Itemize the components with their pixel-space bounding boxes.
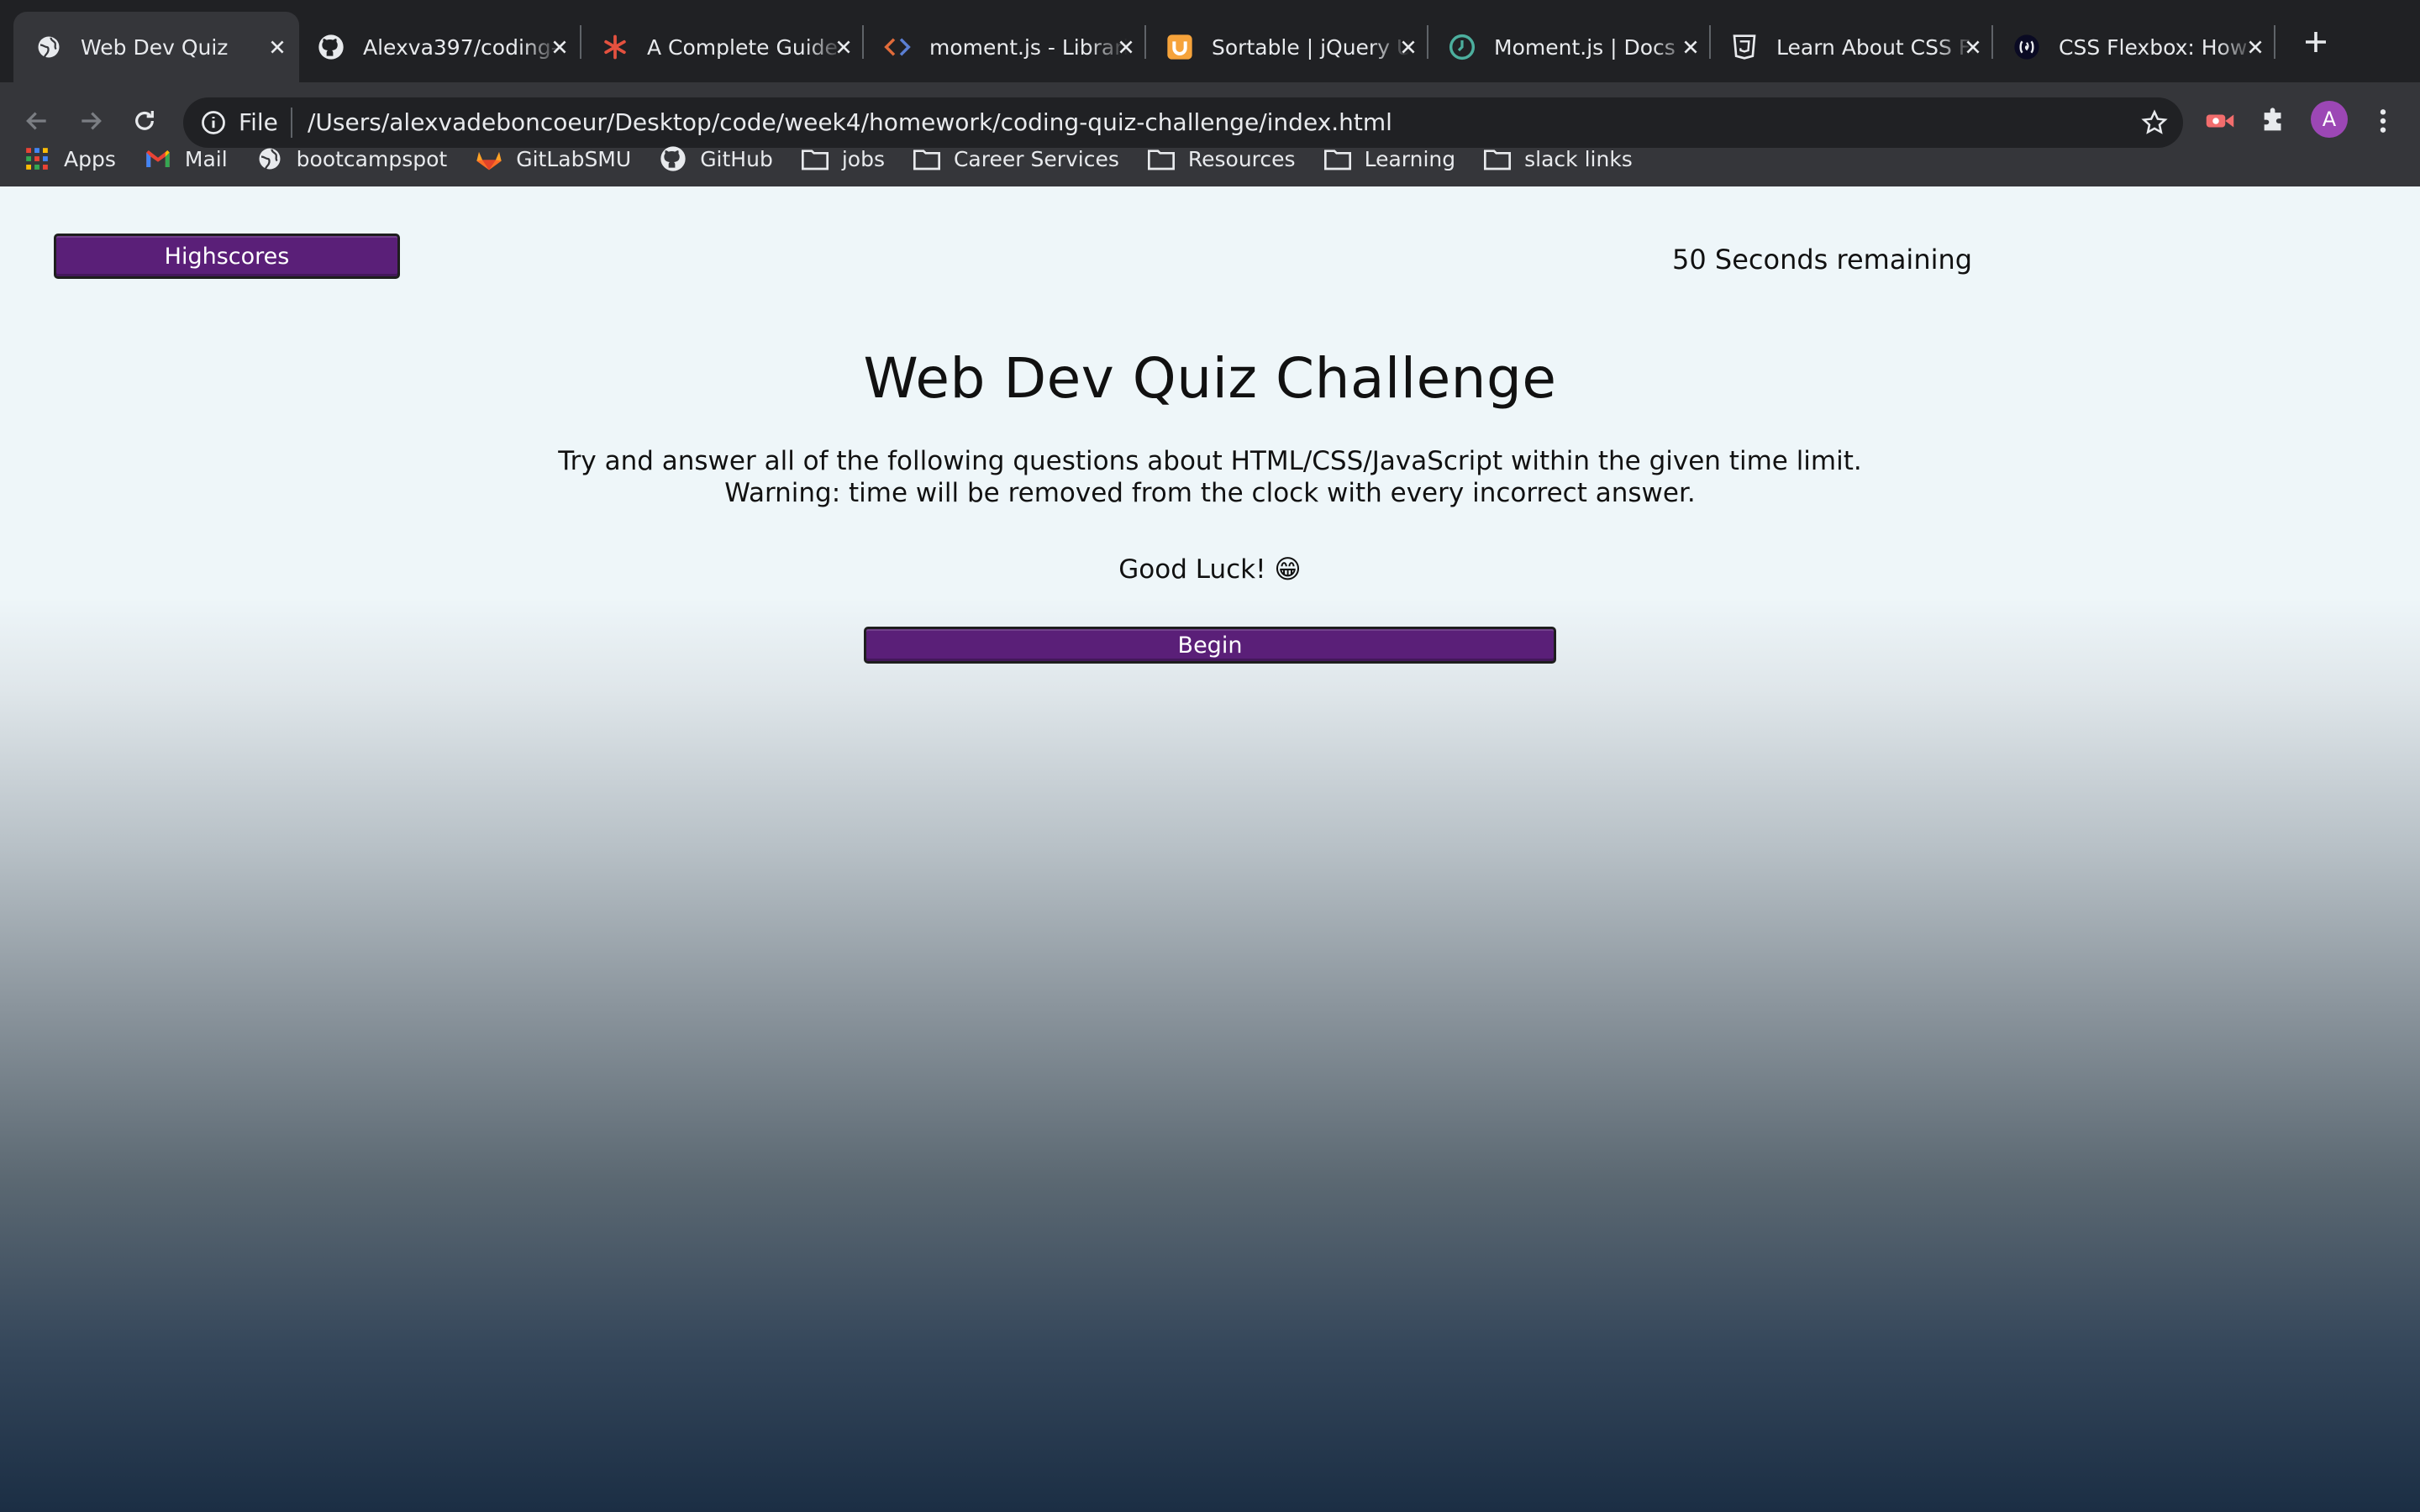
tab-moment-libraries[interactable]: moment.js - Libraries [862, 12, 1148, 82]
close-tab-icon[interactable] [1679, 35, 1702, 59]
tab-css-flexbox-how[interactable]: CSS Flexbox: How [1991, 12, 2277, 82]
tab-title: Sortable | jQuery UI [1212, 34, 1410, 60]
plus-icon [2306, 32, 2326, 52]
quiz-instructions: Try and answer all of the following ques… [0, 445, 2420, 509]
github-icon [318, 34, 345, 60]
countdown-timer: 50 Seconds remaining [1672, 244, 1973, 276]
folder-icon [1147, 145, 1175, 172]
tab-title: moment.js - Libraries [929, 34, 1128, 60]
tab-title: Web Dev Quiz [81, 34, 229, 60]
warning-line: Warning: time will be removed from the c… [724, 478, 1696, 508]
bookmark-label: GitLabSMU [516, 146, 632, 171]
tab-separator [2274, 25, 2275, 59]
asterisk-icon [602, 34, 629, 60]
new-tab-button[interactable] [2296, 22, 2336, 62]
bookmark-apps[interactable]: Apps [24, 145, 116, 172]
bookmark-label: Career Services [953, 146, 1119, 171]
bookmark-label: slack links [1524, 146, 1633, 171]
code-brackets-icon [884, 34, 911, 60]
bookmark-label: Learning [1364, 146, 1456, 171]
tab-sortable-jquery-ui[interactable]: Sortable | jQuery UI [1144, 12, 1430, 82]
quiz-page: Highscores 50 Seconds remaining Web Dev … [0, 186, 2420, 1512]
bookmark-label: jobs [841, 146, 885, 171]
bookmark-label: Mail [184, 146, 228, 171]
close-tab-icon[interactable] [548, 35, 571, 59]
tab-alexva397-coding[interactable]: Alexva397/coding-quiz-challenge [296, 12, 581, 82]
bookmark-label: GitHub [700, 146, 773, 171]
highscores-button[interactable]: Highscores [54, 234, 400, 279]
bookmarks-bar: Apps Mail bootcampspot GitLabSMU GitHub [0, 131, 2420, 186]
bookmark-github[interactable]: GitHub [660, 145, 773, 172]
freecodecamp-icon [2013, 34, 2040, 60]
folder-icon [1323, 145, 1351, 172]
tab-title: CSS Flexbox: How [2059, 34, 2248, 60]
page-title: Web Dev Quiz Challenge [863, 346, 1557, 411]
tab-title: A Complete Guide to Flexbox [647, 34, 845, 60]
bookmark-gitlabsmu[interactable]: GitLabSMU [476, 145, 631, 172]
bookmark-bootcampspot[interactable]: bootcampspot [256, 145, 448, 172]
css3-icon [1731, 34, 1758, 60]
gitlab-icon [476, 145, 502, 172]
folder-icon [801, 145, 829, 172]
close-tab-icon[interactable] [1961, 35, 1985, 59]
close-tab-icon[interactable] [1397, 35, 1420, 59]
bookmark-label: bootcampspot [296, 146, 448, 171]
tab-strip: Web Dev Quiz Alexva397/coding-quiz-chall… [0, 0, 2420, 82]
bookmark-folder-learning[interactable]: Learning [1323, 145, 1456, 172]
bookmark-folder-jobs[interactable]: jobs [801, 145, 885, 172]
bookmark-folder-slack-links[interactable]: slack links [1484, 145, 1633, 172]
good-luck-text: Good Luck! 😁 [1118, 554, 1302, 585]
bookmark-label: Resources [1187, 146, 1296, 171]
bookmark-folder-career-services[interactable]: Career Services [913, 145, 1119, 172]
begin-button[interactable]: Begin [864, 627, 1556, 664]
folder-icon [913, 145, 940, 172]
browser-toolbar: File /Users/alexvadeboncoeur/Desktop/cod… [0, 82, 2420, 203]
globe-icon [256, 145, 283, 172]
tab-moment-docs[interactable]: Moment.js | Docs [1427, 12, 1712, 82]
apps-grid-icon [24, 145, 50, 172]
jquery-ui-icon [1166, 34, 1193, 60]
close-tab-icon[interactable] [832, 35, 855, 59]
github-icon [660, 145, 687, 172]
tab-learn-css-fonts[interactable]: Learn About CSS Fonts [1709, 12, 1995, 82]
folder-icon [1484, 145, 1512, 172]
globe-icon [35, 34, 62, 60]
gmail-icon [145, 145, 171, 172]
clock-icon [1449, 34, 1476, 60]
tab-web-dev-quiz[interactable]: Web Dev Quiz [13, 12, 299, 82]
close-tab-icon[interactable] [266, 35, 289, 59]
bookmark-folder-resources[interactable]: Resources [1147, 145, 1296, 172]
tab-title: Moment.js | Docs [1494, 34, 1676, 60]
bookmark-label: Apps [64, 146, 116, 171]
instructions-line: Try and answer all of the following ques… [558, 446, 1862, 476]
tab-title: Alexva397/coding-quiz-challenge [363, 34, 561, 60]
close-tab-icon[interactable] [1114, 35, 1138, 59]
bookmark-mail[interactable]: Mail [145, 145, 228, 172]
tab-complete-guide-flexbox[interactable]: A Complete Guide to Flexbox [580, 12, 865, 82]
tab-title: Learn About CSS Fonts [1776, 34, 1975, 60]
close-tab-icon[interactable] [2244, 35, 2267, 59]
